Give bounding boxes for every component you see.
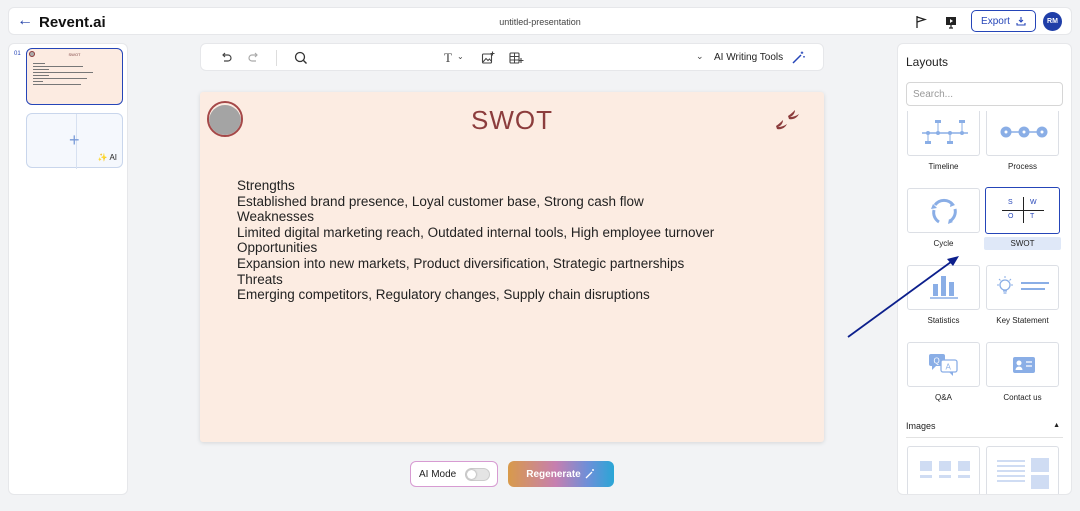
- thumb-text-line: [33, 78, 87, 79]
- swot-hline: [1002, 210, 1044, 211]
- layout-card-swot[interactable]: S W O T: [985, 187, 1060, 234]
- regenerate-label: Regenerate: [526, 468, 581, 480]
- image-grid-icon: [920, 461, 970, 478]
- text-style-icon[interactable]: T: [444, 50, 452, 66]
- timeline-icon: [922, 120, 968, 144]
- slide-number: 01: [14, 51, 21, 57]
- search-icon[interactable]: [293, 50, 309, 66]
- slide-line: Expansion into new markets, Product dive…: [237, 255, 685, 271]
- layout-card-qa[interactable]: Q A: [907, 342, 980, 387]
- thumb-text-line: [33, 69, 49, 70]
- swot-icon: S W O T: [1002, 197, 1044, 223]
- qa-icon: Q A: [929, 354, 958, 376]
- add-ai-label: AI: [109, 153, 117, 162]
- magic-wand-icon: [585, 469, 594, 479]
- editor-toolbar: T ⌄ ⌄ AI Writing Tools: [200, 43, 824, 71]
- swot-letter: O: [1008, 213, 1014, 220]
- thumb-text-line: [33, 84, 81, 85]
- export-button[interactable]: Export: [971, 10, 1036, 32]
- layout-card-image-list[interactable]: [986, 446, 1059, 494]
- lightbulb-icon: [997, 276, 1049, 294]
- slide-line: Threats: [237, 271, 283, 287]
- slide-line: Established brand presence, Loyal custom…: [237, 193, 644, 209]
- layout-label-cycle: Cycle: [933, 239, 954, 248]
- contact-card-icon: [1013, 357, 1035, 373]
- flag-icon[interactable]: [913, 14, 929, 30]
- thumb-text-line: [33, 75, 49, 76]
- process-icon: [1000, 126, 1048, 138]
- toolbar-divider: [276, 50, 277, 66]
- thumb-text-line: [33, 81, 43, 82]
- annotation-arrow: [847, 256, 959, 338]
- ai-writing-tools-button[interactable]: AI Writing Tools: [714, 52, 783, 63]
- layouts-search-input[interactable]: [906, 82, 1063, 106]
- layout-label-qa: Q&A: [935, 393, 952, 402]
- add-ai-slide[interactable]: ✨ AI: [98, 153, 117, 162]
- slide-line: Strengths: [237, 178, 295, 193]
- swot-letter: T: [1030, 213, 1035, 220]
- thumb-text-line: [33, 63, 45, 64]
- slide-body-text[interactable]: Strengths Established brand presence, Lo…: [237, 178, 714, 303]
- magic-wand-icon[interactable]: [790, 50, 806, 66]
- layout-card-timeline[interactable]: [907, 111, 980, 156]
- regenerate-button[interactable]: Regenerate: [508, 461, 614, 487]
- ai-mode-label: AI Mode: [419, 468, 457, 480]
- slide-thumbnail[interactable]: SWOT: [26, 48, 123, 105]
- cycle-icon: [931, 198, 957, 224]
- swot-letter: W: [1030, 199, 1037, 206]
- slide-line: Limited digital marketing reach, Outdate…: [237, 224, 715, 240]
- thumb-text-line: [33, 72, 93, 73]
- ai-mode-control: AI Mode: [410, 461, 498, 487]
- layout-label-key-statement: Key Statement: [996, 316, 1049, 325]
- swot-letter: S: [1008, 199, 1013, 206]
- svg-text:Q: Q: [934, 357, 940, 366]
- download-icon: [1016, 17, 1026, 26]
- layout-card-key-statement[interactable]: [986, 265, 1059, 310]
- images-heading: Images: [906, 421, 936, 431]
- layout-card-cycle[interactable]: [907, 188, 980, 233]
- slide-title[interactable]: SWOT: [200, 105, 824, 136]
- redo-icon[interactable]: [246, 50, 262, 66]
- export-label: Export: [981, 15, 1010, 27]
- images-section-header[interactable]: Images ▲: [906, 421, 1063, 438]
- add-slide-button[interactable]: + ✨ AI: [26, 113, 123, 169]
- layouts-title: Layouts: [906, 55, 949, 69]
- chevron-down-icon[interactable]: ⌄: [696, 51, 704, 62]
- toggle-knob: [467, 470, 476, 479]
- caret-up-icon[interactable]: ▲: [1053, 422, 1060, 429]
- layout-label-swot: SWOT: [984, 237, 1061, 250]
- add-image-icon[interactable]: [480, 50, 496, 66]
- layout-label-contact-us: Contact us: [1003, 393, 1042, 402]
- sparkle-icon: ✨: [97, 153, 108, 162]
- slides-panel: 01 SWOT + ✨ AI: [8, 43, 128, 495]
- svg-text:A: A: [946, 363, 952, 372]
- plus-icon: +: [69, 130, 80, 150]
- birds-decoration-icon: [776, 110, 799, 130]
- undo-icon[interactable]: [218, 50, 234, 66]
- top-bar: ← Revent.ai untitled-presentation Export…: [8, 7, 1072, 35]
- slide-line: Weaknesses: [237, 209, 315, 225]
- layout-label-process: Process: [1008, 162, 1037, 171]
- image-list-icon: [997, 458, 1049, 489]
- layout-card-process[interactable]: [986, 111, 1059, 156]
- ai-mode-toggle[interactable]: [465, 468, 490, 481]
- layout-card-contact-us[interactable]: [986, 342, 1059, 387]
- document-title[interactable]: untitled-presentation: [9, 17, 1071, 27]
- slide-canvas[interactable]: SWOT Strengths Established brand presenc…: [200, 92, 824, 442]
- slide-line: Emerging competitors, Regulatory changes…: [237, 287, 650, 303]
- present-icon[interactable]: [943, 14, 959, 30]
- thumb-title: SWOT: [68, 52, 81, 57]
- user-avatar[interactable]: RM: [1043, 12, 1062, 31]
- slide-line: Opportunities: [237, 240, 318, 256]
- layout-card-image-grid[interactable]: [907, 446, 980, 494]
- chevron-down-icon[interactable]: ⌄: [457, 52, 464, 61]
- thumb-text-line: [33, 66, 83, 67]
- add-table-icon[interactable]: [508, 50, 524, 66]
- layout-label-timeline: Timeline: [928, 162, 959, 171]
